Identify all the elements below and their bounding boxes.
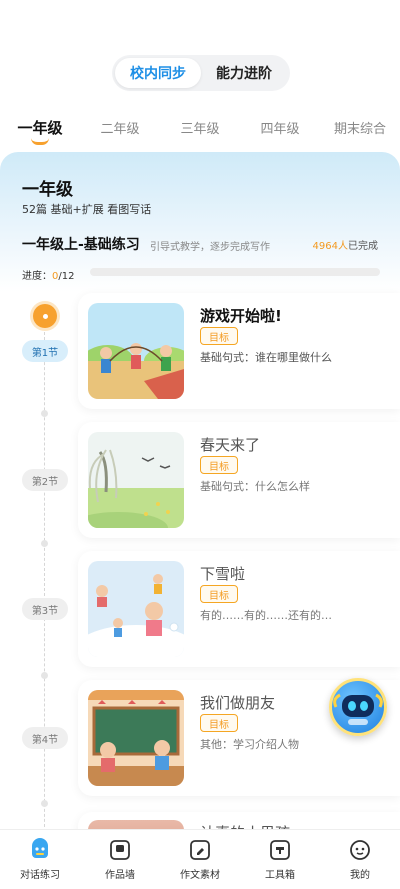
lesson-badge-2: 第2节 bbox=[22, 469, 68, 491]
goal-tag: 目标 bbox=[200, 714, 238, 732]
nav-writing-material[interactable]: 作文素材 bbox=[160, 830, 240, 889]
progress-total: /12 bbox=[58, 271, 75, 282]
nav-label: 工具箱 bbox=[265, 870, 295, 881]
gallery-icon bbox=[108, 838, 132, 862]
pencil-note-icon bbox=[188, 838, 212, 862]
location-pin-icon bbox=[33, 304, 57, 328]
tab-ability-advance[interactable]: 能力进阶 bbox=[201, 58, 287, 88]
grade-tab-label: 三年级 bbox=[180, 122, 220, 137]
section-desc: 引导式教学，逐步完成写作 bbox=[150, 242, 270, 253]
toolbox-icon bbox=[268, 838, 292, 862]
lesson-thumbnail bbox=[88, 561, 184, 657]
grade-tabs: 一年级 二年级 三年级 四年级 期末综合 bbox=[0, 112, 400, 148]
nav-label: 作品墙 bbox=[105, 870, 135, 881]
lesson-card[interactable]: 游戏开始啦! 目标 基础句式：谁在哪里做什么 bbox=[78, 293, 400, 409]
grade-tab-2[interactable]: 二年级 bbox=[80, 112, 160, 148]
progress-bar bbox=[90, 268, 380, 276]
nav-label: 我的 bbox=[350, 870, 370, 881]
completed-suffix: 已完成 bbox=[348, 241, 378, 252]
timeline-dot bbox=[41, 540, 48, 547]
lesson-title: 我们做朋友 bbox=[200, 694, 276, 712]
timeline-dot bbox=[41, 410, 48, 417]
grade-tab-1[interactable]: 一年级 bbox=[0, 112, 80, 148]
goal-tag: 目标 bbox=[200, 585, 238, 603]
grade-tab-final[interactable]: 期末综合 bbox=[320, 112, 400, 148]
page-title: 一年级 bbox=[22, 180, 73, 200]
lesson-title: 下雪啦 bbox=[200, 565, 246, 583]
profile-icon bbox=[348, 838, 372, 862]
timeline-line bbox=[44, 322, 45, 842]
lesson-desc: 基础句式：什么怎么样 bbox=[200, 480, 310, 493]
lesson-badge-3: 第3节 bbox=[22, 598, 68, 620]
chat-bot-icon bbox=[28, 838, 52, 862]
nav-profile[interactable]: 我的 bbox=[320, 830, 400, 889]
lesson-card[interactable]: 春天来了 目标 基础句式：什么怎么样 bbox=[78, 422, 400, 538]
nav-gallery[interactable]: 作品墙 bbox=[80, 830, 160, 889]
mode-switch: 校内同步 能力进阶 bbox=[112, 55, 290, 91]
progress-label: 进度：0/12 bbox=[22, 267, 74, 282]
completed-count: 4964人已完成 bbox=[313, 237, 378, 252]
grade-tab-label: 四年级 bbox=[260, 122, 300, 137]
grade-tab-label: 一年级 bbox=[17, 119, 63, 137]
progress-prefix: 进度： bbox=[22, 271, 52, 282]
nav-label: 对话练习 bbox=[20, 870, 60, 881]
lesson-title: 游戏开始啦! bbox=[200, 307, 282, 325]
grade-tab-label: 期末综合 bbox=[333, 122, 386, 137]
nav-label: 作文素材 bbox=[180, 870, 220, 881]
lesson-title: 春天来了 bbox=[200, 436, 261, 454]
lesson-desc: 基础句式：谁在哪里做什么 bbox=[200, 351, 332, 364]
lesson-thumbnail bbox=[88, 432, 184, 528]
nav-chat-practice[interactable]: 对话练习 bbox=[0, 830, 80, 889]
bottom-nav: 对话练习 作品墙 作文素材 工具箱 我的 bbox=[0, 829, 400, 889]
tab-school-sync[interactable]: 校内同步 bbox=[115, 58, 201, 88]
lesson-badge-4: 第4节 bbox=[22, 727, 68, 749]
nav-toolbox[interactable]: 工具箱 bbox=[240, 830, 320, 889]
goal-tag: 目标 bbox=[200, 456, 238, 474]
grade-tab-label: 二年级 bbox=[100, 122, 140, 137]
active-tab-indicator bbox=[31, 138, 49, 145]
timeline-dot bbox=[41, 672, 48, 679]
grade-tab-3[interactable]: 三年级 bbox=[160, 112, 240, 148]
lesson-badge-1: 第1节 bbox=[22, 340, 68, 362]
completed-number: 4964人 bbox=[312, 241, 348, 252]
page-subtitle: 52篇 基础+扩展 看图写话 bbox=[22, 203, 152, 216]
lesson-thumbnail bbox=[88, 303, 184, 399]
lesson-card[interactable]: 下雪啦 目标 有的……有的……还有的… bbox=[78, 551, 400, 667]
robot-assistant-icon[interactable] bbox=[329, 678, 387, 736]
goal-tag: 目标 bbox=[200, 327, 238, 345]
lesson-thumbnail bbox=[88, 690, 184, 786]
grade-tab-4[interactable]: 四年级 bbox=[240, 112, 320, 148]
section-title: 一年级上-基础练习 bbox=[22, 237, 140, 253]
lesson-desc: 有的……有的……还有的… bbox=[200, 609, 332, 622]
timeline-dot bbox=[41, 800, 48, 807]
lesson-desc: 其他：学习介绍人物 bbox=[200, 738, 299, 751]
